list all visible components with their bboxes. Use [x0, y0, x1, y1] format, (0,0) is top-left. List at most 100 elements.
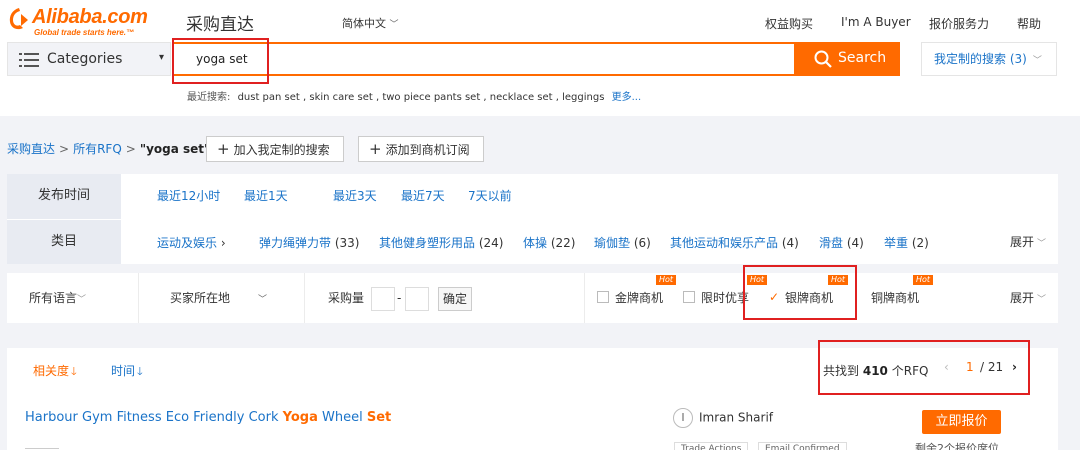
results-panel: 相关度 🡓 时间 🡓 共找到 410 个RFQ ‹ 1 / 21 › Harbour… — [7, 348, 1058, 450]
menu-icon — [19, 53, 39, 67]
language-filter[interactable]: 所有语言﹀ — [29, 273, 86, 323]
prev-page-icon[interactable]: ‹ — [944, 360, 949, 374]
search-button[interactable]: Search — [794, 42, 900, 76]
recent-searches-items[interactable]: dust pan set , skin care set , two piece… — [238, 92, 605, 103]
category-count: (6) — [633, 236, 651, 250]
buyer-location-filter[interactable]: 买家所在地 ﹀ — [170, 273, 267, 323]
topnav-buyer[interactable]: I'm A Buyer — [841, 15, 911, 29]
custom-search-dropdown[interactable]: 我定制的搜索 (3) ﹀ — [921, 42, 1057, 76]
category-expand[interactable]: 展开 ﹀ — [1010, 233, 1046, 250]
category-name: 举重 — [884, 236, 909, 250]
language-select[interactable]: 简体中文 ﹀ — [342, 15, 399, 31]
language-filter-label: 所有语言 — [29, 291, 78, 305]
expand-toggle[interactable]: 展开 ﹀ — [1010, 273, 1046, 323]
quantity-label: 采购量 — [328, 291, 365, 305]
plus-icon: + — [217, 140, 230, 158]
chevron-down-icon: ﹀ — [258, 295, 268, 305]
divider — [138, 273, 139, 323]
search-icon — [814, 50, 832, 68]
add-subscription-label: 添加到商机订阅 — [385, 143, 470, 157]
silver-label: 银牌商机 — [785, 291, 834, 305]
breadcrumb-all-rfq[interactable]: 所有RFQ — [73, 142, 122, 156]
rfq-title-keyword: Yoga — [282, 410, 318, 425]
search-button-label: Search — [838, 50, 887, 66]
quantity-min-input[interactable] — [371, 287, 395, 311]
recent-searches-more[interactable]: 更多... — [612, 92, 642, 103]
rfq-title-keyword: Set — [366, 410, 392, 425]
category-filter-label: 类目 — [7, 220, 121, 264]
category-option[interactable]: 举重 (2) — [884, 234, 929, 251]
sort-relevance[interactable]: 相关度 🡓 — [33, 362, 77, 382]
filter-panel-secondary: 所有语言﹀ 买家所在地 ﹀ 采购量 - 确定 Hot 金牌商机 限时优享 Hot … — [7, 273, 1058, 323]
rfq-title[interactable]: Harbour Gym Fitness Eco Friendly Cork Yo… — [25, 410, 391, 425]
chevron-down-icon: ﹀ — [1037, 295, 1047, 305]
avatar: I — [673, 408, 693, 428]
divider — [584, 273, 585, 323]
check-icon[interactable]: ✓ — [769, 290, 779, 304]
next-page-icon[interactable]: › — [1012, 360, 1017, 374]
language-label: 简体中文 — [342, 17, 386, 30]
category-root[interactable]: 运动及娱乐 › — [157, 234, 226, 251]
category-option[interactable]: 其他健身塑形用品 (24) — [379, 234, 503, 251]
topnav-benefits[interactable]: 权益购买 — [765, 15, 813, 32]
site-name[interactable]: 采购直达 — [186, 10, 254, 35]
category-count: (4) — [781, 236, 799, 250]
category-count: (22) — [550, 236, 576, 250]
quantity-max-input[interactable] — [405, 287, 429, 311]
quote-now-button[interactable]: 立即报价 — [922, 410, 1001, 434]
sort-time-label: 时间 — [111, 364, 136, 378]
category-count: (33) — [334, 236, 360, 250]
rfq-title-text: Wheel — [317, 410, 367, 425]
chevron-right-icon: › — [220, 236, 226, 250]
category-option[interactable]: 体操 (22) — [523, 234, 575, 251]
category-option[interactable]: 瑜伽垫 (6) — [594, 234, 651, 251]
bronze-label[interactable]: 铜牌商机 — [871, 273, 919, 323]
category-name: 其他运动和娱乐产品 — [670, 236, 779, 250]
time-option[interactable]: 最近12小时 — [157, 187, 220, 204]
category-count: (4) — [846, 236, 864, 250]
gold-checkbox[interactable] — [597, 291, 609, 303]
chevron-down-icon: ﹀ — [1037, 239, 1047, 249]
time-option[interactable]: 最近7天 — [401, 187, 445, 204]
breadcrumb-home[interactable]: 采购直达 — [7, 142, 55, 156]
category-name: 弹力绳弹力带 — [259, 236, 332, 250]
add-custom-search-label: 加入我定制的搜索 — [233, 143, 330, 157]
categories-label: Categories — [47, 51, 123, 67]
recent-searches-label: 最近搜索: — [187, 92, 231, 103]
add-subscription-button[interactable]: + 添加到商机订阅 — [358, 136, 484, 162]
breadcrumb-sep: > — [125, 142, 136, 156]
tag-trade-actions: Trade Actions — [674, 442, 749, 450]
chevron-down-icon: ﹀ — [77, 295, 87, 305]
remaining-slots: 剩余2个报价席位 — [915, 442, 999, 450]
limited-checkbox[interactable] — [683, 291, 695, 303]
divider — [304, 273, 305, 323]
alibaba-logo-mark-icon — [9, 8, 28, 30]
time-option[interactable]: 7天以前 — [468, 187, 512, 204]
add-custom-search-button[interactable]: + 加入我定制的搜索 — [206, 136, 344, 162]
category-name: 其他健身塑形用品 — [379, 236, 476, 250]
header: Alibaba.com Global trade starts here.™ 采… — [0, 0, 1080, 116]
alibaba-logo[interactable]: Alibaba.com Global trade starts here.™ — [8, 4, 176, 40]
time-option[interactable]: 最近1天 — [244, 187, 288, 204]
hot-badge: Hot — [747, 275, 768, 285]
rfq-title-text: Harbour Gym Fitness Eco Friendly Cork — [25, 410, 283, 425]
sort-relevance-label: 相关度 — [33, 364, 70, 378]
page-current: 1 — [966, 360, 974, 374]
quantity-dash: - — [397, 291, 402, 305]
logo-tagline: Global trade starts here.™ — [34, 28, 135, 37]
gold-label: 金牌商机 — [615, 291, 664, 305]
expand-label: 展开 — [1010, 291, 1035, 305]
quantity-confirm-button[interactable]: 确定 — [438, 287, 473, 311]
category-option[interactable]: 弹力绳弹力带 (33) — [259, 234, 359, 251]
category-option[interactable]: 其他运动和娱乐产品 (4) — [670, 234, 799, 251]
search-input[interactable] — [174, 44, 794, 74]
category-option[interactable]: 滑盘 (4) — [819, 234, 864, 251]
topnav-quote-service[interactable]: 报价服务力 — [929, 15, 989, 32]
time-filter-label: 发布时间 — [7, 174, 121, 219]
results-count: 共找到 410 个RFQ — [823, 362, 928, 379]
sort-time[interactable]: 时间 🡓 — [111, 362, 143, 382]
found-suffix: 个RFQ — [891, 364, 929, 378]
time-option[interactable]: 最近3天 — [333, 187, 377, 204]
categories-dropdown[interactable]: Categories ▾ — [7, 42, 171, 76]
topnav-help[interactable]: 帮助 — [1017, 15, 1041, 32]
